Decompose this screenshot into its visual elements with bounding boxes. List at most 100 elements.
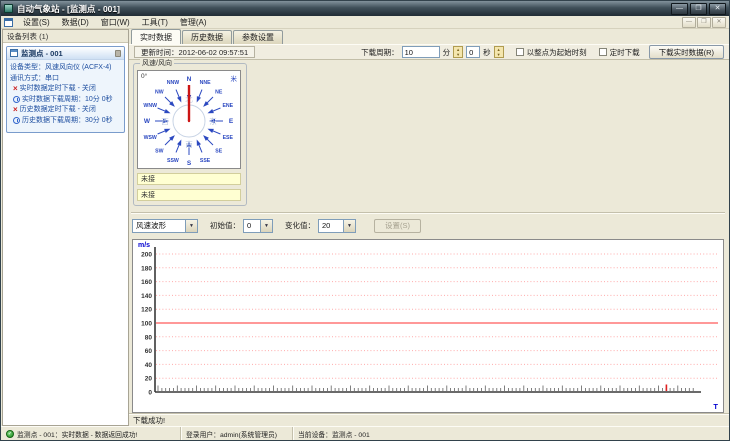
menu-settings[interactable]: 设置(S) — [17, 16, 56, 28]
svg-text:E: E — [229, 118, 234, 125]
mdi-child-icon[interactable] — [4, 17, 13, 27]
svg-text:西: 西 — [161, 117, 169, 126]
device-list-sidebar: 设备列表 (1) 监测点 - 001 设备类型：风速风向仪 (ACFX-4) 通… — [2, 29, 129, 426]
success-check-icon: ✓ — [6, 429, 14, 438]
chevron-down-icon[interactable]: ▼ — [260, 219, 272, 232]
compass-rose: NNNENEENEEESESESSESSSWSWWSWWWNWNWNNW北南东西 — [143, 76, 234, 167]
menubar: 设置(S) 数据(D) 窗口(W) 工具(T) 管理(A) — ❐ ✕ — [1, 16, 729, 29]
chart-y-unit-label: m/s — [138, 242, 151, 249]
device-panel-body: 设备类型：风速风向仪 (ACFX-4) 通讯方式：串口 × 实时数据定时下载 - … — [7, 60, 124, 132]
chevron-down-icon[interactable]: ▼ — [343, 219, 355, 232]
initial-value-label: 初始值： — [210, 221, 240, 230]
svg-text:SE: SE — [215, 149, 222, 155]
main-area: 实时数据 历史数据 参数设置 更新时间： 2012-06-02 09:57:51… — [129, 29, 729, 426]
pin-icon[interactable] — [115, 49, 121, 57]
device-panel-header[interactable]: 监测点 - 001 — [7, 47, 124, 60]
wind-compass: 0° 米 N NNE NE ENE E ESE SE SSE S SSW SW WSW W WNW NW NN… — [137, 70, 241, 169]
chart-x-unit-label: T — [713, 402, 718, 411]
timed-download-checkbox[interactable] — [598, 48, 607, 56]
seconds-input[interactable]: 0 — [466, 46, 481, 58]
minutes-stepper[interactable]: ▲ ▼ — [453, 46, 464, 58]
start-on-hour-label: 以整点为起始时刻 — [526, 47, 587, 57]
minimize-button[interactable]: — — [671, 2, 688, 15]
svg-text:0: 0 — [148, 390, 152, 397]
mdi-restore-button[interactable]: ❐ — [697, 16, 711, 28]
wind-speed-chart: m/s 0 20 40 60 80 100 120 140 160 180 200 T — [132, 239, 724, 413]
window-title: 自动气象站 - [监测点 - 001] — [17, 3, 120, 14]
svg-text:WSW: WSW — [144, 135, 157, 141]
download-realtime-button[interactable]: 下载实时数据(R) — [648, 45, 724, 59]
mdi-close-button[interactable]: ✕ — [712, 16, 726, 28]
realtime-content: 风速/风向 0° 米 N NNE NE ENE E ESE SE SSE S SSW SW WSW W W… — [129, 59, 729, 413]
update-time-value: 2012-06-02 09:57:51 — [178, 47, 249, 57]
update-time-box: 更新时间： 2012-06-02 09:57:51 — [134, 46, 256, 58]
svg-text:60: 60 — [145, 348, 153, 355]
seconds-stepper[interactable]: ▲ ▼ — [493, 46, 504, 58]
maximize-button[interactable]: ❐ — [690, 2, 707, 15]
svg-text:80: 80 — [145, 334, 153, 341]
delta-value-select[interactable]: 20 ▼ — [318, 218, 356, 233]
close-button[interactable]: ✕ — [709, 2, 726, 15]
tab-parameter-settings[interactable]: 参数设置 — [233, 30, 283, 44]
wind-unit-label: 米 — [230, 76, 238, 83]
svg-text:SW: SW — [155, 149, 163, 155]
svg-text:NW: NW — [155, 89, 164, 95]
tab-history-data[interactable]: 历史数据 — [182, 30, 232, 44]
device-panel: 监测点 - 001 设备类型：风速风向仪 (ACFX-4) 通讯方式：串口 × 实… — [6, 46, 125, 133]
svg-text:N: N — [187, 76, 192, 83]
delta-value-label: 变化值： — [285, 221, 315, 230]
chart-plot-svg: 0 20 40 60 80 100 120 140 160 180 200 — [141, 247, 718, 397]
device-list: 监测点 - 001 设备类型：风速风向仪 (ACFX-4) 通讯方式：串口 × 实… — [3, 43, 128, 425]
status-message-cell: ✓ 监测点 - 001：实时数据 - 数据返回成功! — [1, 427, 181, 440]
timed-download-label: 定时下载 — [609, 47, 640, 57]
history-timer-line: × 历史数据定时下载 - 关闭 — [13, 105, 96, 115]
realtime-period-line: 实时数据下载周期：10分 0秒 — [10, 95, 122, 106]
minutes-input[interactable]: 10 — [401, 46, 440, 58]
svg-text:160: 160 — [141, 279, 152, 286]
menu-admin[interactable]: 管理(A) — [174, 16, 213, 28]
seconds-unit-label: 秒 — [483, 47, 491, 57]
clock-icon — [13, 96, 20, 104]
download-controls: 下载周期： 10 分 ▲ ▼ 0 秒 ▲ ▼ 以整点为起始时刻 定时下载 下载实时数… — [361, 45, 724, 59]
menu-data[interactable]: 数据(D) — [56, 16, 95, 28]
statusbar: ✓ 监测点 - 001：实时数据 - 数据返回成功! 登录用户：admin(系统… — [1, 426, 729, 440]
svg-text:南: 南 — [185, 139, 193, 149]
clock-icon — [13, 117, 20, 125]
chart-controls-row: 风速波形 ▼ 初始值： 0 ▼ 变化值： 20 ▼ 设置(S) — [132, 218, 421, 233]
download-status-message: 下载成功! — [129, 413, 729, 426]
menu-tools[interactable]: 工具(T) — [136, 16, 174, 28]
minutes-unit-label: 分 — [442, 47, 451, 57]
svg-text:东: 东 — [209, 116, 217, 126]
app-window: 自动气象站 - [监测点 - 001] — ❐ ✕ 设置(S) 数据(D) 窗口… — [0, 0, 730, 441]
mdi-window-controls: — ❐ ✕ — [681, 16, 726, 28]
svg-text:200: 200 — [141, 252, 152, 259]
tab-realtime-data[interactable]: 实时数据 — [131, 29, 181, 44]
period-label: 下载周期： — [361, 47, 399, 57]
wind-groupbox-label: 风速/风向 — [140, 59, 174, 68]
svg-text:NE: NE — [215, 89, 223, 95]
tab-strip: 实时数据 历史数据 参数设置 — [129, 29, 729, 44]
waveform-select[interactable]: 风速波形 ▼ — [132, 218, 198, 233]
mdi-minimize-button[interactable]: — — [682, 16, 696, 28]
device-title: 监测点 - 001 — [21, 48, 63, 58]
titlebar: 自动气象站 - [监测点 - 001] — ❐ ✕ — [1, 1, 729, 16]
device-list-header: 设备列表 (1) — [3, 30, 128, 43]
menu-window[interactable]: 窗口(W) — [95, 16, 136, 28]
svg-text:S: S — [187, 160, 192, 167]
status-user-cell: 登录用户：admin(系统管理员) — [181, 427, 293, 440]
spin-down-icon[interactable]: ▼ — [495, 52, 503, 57]
chevron-down-icon[interactable]: ▼ — [185, 219, 197, 232]
svg-text:140: 140 — [141, 293, 152, 300]
svg-text:W: W — [144, 118, 151, 125]
start-on-hour-checkbox[interactable] — [515, 48, 524, 56]
svg-text:120: 120 — [141, 307, 152, 314]
wind-speed-field: 未接 — [137, 173, 241, 185]
spin-down-icon[interactable]: ▼ — [454, 52, 462, 57]
device-icon — [10, 49, 18, 57]
x-icon: × — [13, 105, 18, 115]
svg-text:100: 100 — [141, 321, 152, 328]
initial-value-select[interactable]: 0 ▼ — [243, 218, 273, 233]
device-comm-line: 通讯方式：串口 — [10, 74, 59, 82]
settings-button[interactable]: 设置(S) — [374, 218, 421, 233]
svg-text:NNE: NNE — [200, 80, 211, 86]
